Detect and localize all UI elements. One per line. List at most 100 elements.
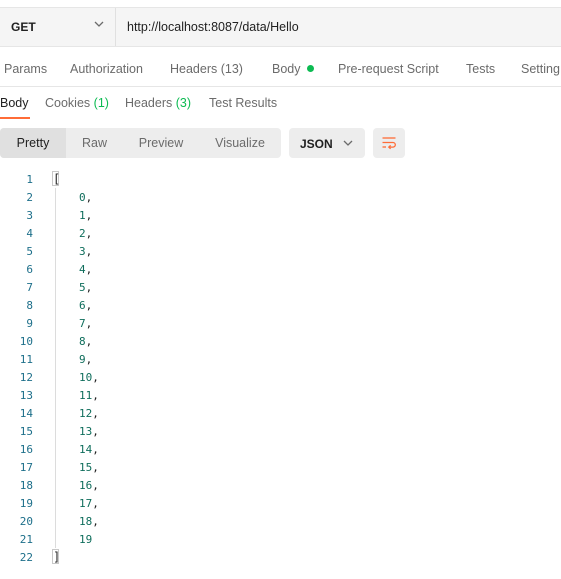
response-body-editor[interactable]: 1[2 0, 3 1, 4 2, 5 3, 6 4, 7 5, 8 6, 9 7, 10 8, 11 9, 12 10, 1… <box>0 170 561 570</box>
comma: , <box>92 497 99 510</box>
array-value: 19 <box>79 533 92 546</box>
number-value: 10 <box>79 371 93 384</box>
array-value: 14, <box>79 443 99 456</box>
code-line: 21 19 <box>0 530 200 548</box>
number-value: 2 <box>79 227 86 240</box>
tab-headers[interactable]: Headers (13) <box>170 62 243 76</box>
tab-body-label: Body <box>272 62 301 76</box>
tab-params[interactable]: Params <box>4 62 47 76</box>
comma: , <box>92 443 99 456</box>
line-number: 14 <box>19 407 33 420</box>
array-value: 13, <box>79 425 99 438</box>
view-visualize-button[interactable]: Visualize <box>199 128 281 158</box>
code-line: 12 10, <box>0 368 200 386</box>
array-value: 7, <box>79 317 92 330</box>
view-raw-button[interactable]: Raw <box>66 128 123 158</box>
code-line: 14 12, <box>0 404 200 422</box>
tab-pre-request-script[interactable]: Pre-request Script <box>338 62 439 76</box>
array-value: 9, <box>79 353 92 366</box>
comma: , <box>85 227 93 240</box>
array-value: 5, <box>79 281 92 294</box>
tab-tests[interactable]: Tests <box>466 62 495 76</box>
number-value: 9 <box>79 353 86 366</box>
tab-response-headers-label: Headers <box>125 96 173 110</box>
divider <box>0 86 561 87</box>
chevron-down-icon <box>343 140 353 146</box>
tab-settings[interactable]: Setting <box>521 62 560 76</box>
indent-guide <box>55 188 56 548</box>
body-status-dot <box>306 65 314 72</box>
array-value: 15, <box>79 461 99 474</box>
tab-cookies-label: Cookies <box>45 96 91 110</box>
line-number: 3 <box>26 209 33 222</box>
line-number: 5 <box>26 245 33 258</box>
code-line: 18 16, <box>0 476 200 494</box>
code-line: 3 1, <box>0 206 200 224</box>
code-line: 7 5, <box>0 278 200 296</box>
code-line: 16 14, <box>0 440 200 458</box>
view-pretty-button[interactable]: Pretty <box>0 128 66 158</box>
number-value: 1 <box>79 209 86 222</box>
array-value: 17, <box>79 497 99 510</box>
array-value: 4, <box>79 263 92 276</box>
array-value: 8, <box>79 335 92 348</box>
array-value: 2, <box>79 227 92 240</box>
code-line: 6 4, <box>0 260 200 278</box>
number-value: 11 <box>79 389 93 402</box>
number-value: 4 <box>79 263 86 276</box>
line-number: 22 <box>19 551 33 564</box>
comma: , <box>92 407 99 420</box>
comma: , <box>85 281 93 294</box>
line-number: 10 <box>19 335 33 348</box>
comma: , <box>85 209 93 222</box>
line-number: 8 <box>26 299 33 312</box>
array-open-bracket: [ <box>53 172 61 186</box>
line-number: 17 <box>19 461 33 474</box>
tab-cookies[interactable]: Cookies (1) <box>45 96 109 110</box>
comma: , <box>92 389 99 402</box>
comma: , <box>92 371 99 384</box>
tab-authorization[interactable]: Authorization <box>70 62 143 76</box>
url-input[interactable]: http://localhost:8087/data/Hello <box>127 20 299 34</box>
wrap-lines-button[interactable] <box>373 128 405 158</box>
number-value: 14 <box>79 443 93 456</box>
comma: , <box>85 317 93 330</box>
number-value: 18 <box>79 515 93 528</box>
line-number: 16 <box>19 443 33 456</box>
line-number: 9 <box>26 317 33 330</box>
number-value: 19 <box>79 533 93 546</box>
code-line: 17 15, <box>0 458 200 476</box>
code-line: 10 8, <box>0 332 200 350</box>
number-value: 12 <box>79 407 93 420</box>
array-value: 10, <box>79 371 99 384</box>
comma: , <box>85 335 93 348</box>
line-number: 2 <box>26 191 33 204</box>
number-value: 0 <box>79 191 86 204</box>
array-value: 0, <box>79 191 92 204</box>
tab-response-headers[interactable]: Headers (3) <box>125 96 191 110</box>
number-value: 15 <box>79 461 93 474</box>
comma: , <box>92 425 99 438</box>
array-value: 6, <box>79 299 92 312</box>
tab-response-body[interactable]: Body <box>0 96 29 110</box>
view-preview-button[interactable]: Preview <box>123 128 199 158</box>
line-number: 13 <box>19 389 33 402</box>
format-select[interactable]: JSON <box>289 128 365 158</box>
number-value: 8 <box>79 335 86 348</box>
method-select[interactable]: GET <box>0 8 116 46</box>
tab-body[interactable]: Body <box>272 62 314 76</box>
array-close-bracket: ] <box>53 550 61 564</box>
comma: , <box>85 191 93 204</box>
comma: , <box>85 353 93 366</box>
array-value: 3, <box>79 245 92 258</box>
tab-test-results[interactable]: Test Results <box>209 96 277 110</box>
code-line: 22] <box>0 548 200 566</box>
headers-count: (3) <box>175 96 192 110</box>
line-number: 1 <box>26 173 33 186</box>
line-number: 21 <box>19 533 33 546</box>
line-number: 11 <box>19 353 33 366</box>
cookies-count: (1) <box>93 96 109 110</box>
number-value: 5 <box>79 281 86 294</box>
number-value: 17 <box>79 497 93 510</box>
code-line: 4 2, <box>0 224 200 242</box>
